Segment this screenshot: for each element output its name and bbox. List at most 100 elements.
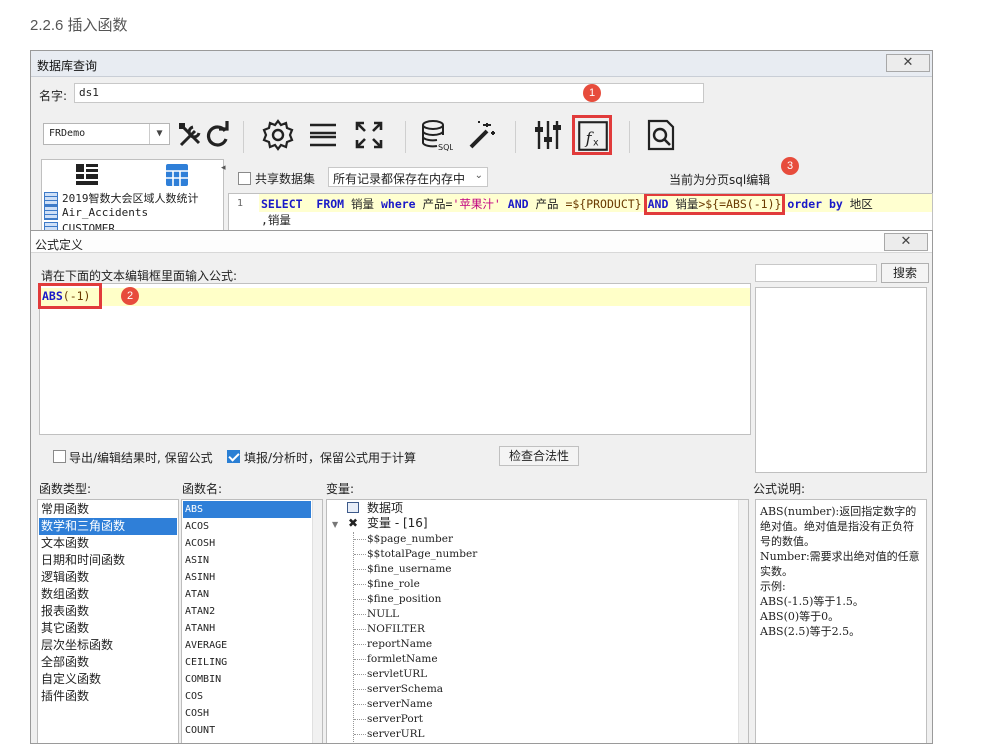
variable-item[interactable]: servletURL (367, 667, 427, 682)
tree-node-data-item[interactable]: 数据项 (367, 501, 403, 516)
list-item[interactable]: 2019智数大会区域人数统计 (42, 190, 199, 206)
variable-item[interactable]: serverPort (367, 712, 423, 727)
description-line: ABS(-1.5)等于1.5。 (760, 595, 864, 608)
table-view-icon[interactable] (166, 164, 188, 186)
database-query-window: 数据库查询 ✕ 名字: ds1 FRDemo ▼ SQL fx 1 2019智数… (30, 50, 933, 251)
preview-search-icon[interactable] (643, 117, 679, 153)
function-header: 函数名: (182, 482, 223, 496)
db-close-button[interactable]: ✕ (886, 54, 930, 72)
function-item[interactable]: ATAN2 (183, 603, 311, 620)
formula-window-title: 公式定义 (35, 238, 84, 252)
function-item[interactable]: ABS (183, 501, 311, 518)
tree-node-variable-group[interactable]: 变量 - [16] (367, 516, 428, 531)
search-button[interactable]: 搜索 (881, 263, 929, 283)
category-item[interactable]: 插件函数 (39, 688, 177, 705)
category-item[interactable]: 层次坐标函数 (39, 637, 177, 654)
insert-function-button[interactable]: fx (572, 115, 612, 155)
tree-guide-line (353, 532, 354, 743)
share-dataset-checkbox[interactable] (238, 172, 251, 185)
tree-guide-line (354, 569, 366, 570)
variable-tree-scrollbar[interactable] (738, 500, 748, 743)
function-item[interactable]: COUNT (183, 722, 311, 739)
collapse-arrow-icon[interactable]: ◂ (221, 163, 226, 173)
function-list-scrollbar[interactable] (312, 500, 322, 743)
search-results-box[interactable] (755, 287, 927, 473)
magic-wand-icon[interactable] (463, 117, 499, 153)
tree-guide-line (354, 539, 366, 540)
function-item[interactable]: ATAN (183, 586, 311, 603)
function-item[interactable]: ASIN (183, 552, 311, 569)
function-item[interactable]: ACOSH (183, 535, 311, 552)
function-item[interactable]: ATANH (183, 620, 311, 637)
data-item-icon (347, 502, 359, 513)
list-view-icon[interactable] (76, 164, 98, 186)
paging-status: 当前为分页sql编辑 (669, 173, 771, 187)
check-validity-button[interactable]: 检查合法性 (499, 446, 579, 466)
function-item[interactable]: COSH (183, 705, 311, 722)
row-height-icon[interactable] (305, 117, 341, 153)
variable-item[interactable]: reportName (367, 637, 432, 652)
function-item[interactable]: ASINH (183, 569, 311, 586)
table-icon (44, 206, 58, 220)
category-header: 函数类型: (39, 482, 92, 496)
category-item[interactable]: 常用函数 (39, 501, 177, 518)
chevron-down-icon: ▼ (149, 124, 169, 144)
category-item[interactable]: 数组函数 (39, 586, 177, 603)
variable-tree: 数据项 ▼ ✖ 变量 - [16] $$page_number $$totalPa… (326, 499, 749, 743)
memory-mode-select[interactable]: 所有记录都保存在内存中 ⌄ (328, 167, 488, 187)
connection-select[interactable]: FRDemo ▼ (43, 123, 170, 145)
variable-item[interactable]: $fine_role (367, 577, 420, 592)
expand-toggle-icon[interactable]: ▼ (332, 520, 338, 529)
function-item[interactable]: COS (183, 688, 311, 705)
expand-icon[interactable] (351, 117, 387, 153)
parameters-sliders-icon[interactable] (530, 117, 566, 153)
category-item[interactable]: 自定义函数 (39, 671, 177, 688)
list-item[interactable]: Air_Accidents (42, 206, 148, 222)
variable-item[interactable]: NOFILTER (367, 622, 425, 637)
function-search-input[interactable] (755, 264, 877, 282)
formula-close-button[interactable]: ✕ (884, 233, 928, 251)
formula-editor[interactable]: ABS(-1) (38, 283, 751, 435)
db-window-title: 数据库查询 (37, 59, 98, 73)
name-input[interactable]: ds1 (74, 83, 704, 103)
export-keep-formula-checkbox[interactable] (53, 450, 66, 463)
category-item[interactable]: 逻辑函数 (39, 569, 177, 586)
tree-guide-line (354, 614, 366, 615)
gear-icon[interactable] (260, 117, 296, 153)
variable-item[interactable]: $$totalPage_number (367, 547, 477, 562)
function-item[interactable]: ACOS (183, 518, 311, 535)
variable-item[interactable]: serverName (367, 697, 432, 712)
formula-highlight-box: AND 销量>${=ABS(-1)} (643, 194, 786, 215)
sql-formula-parameter: >${=ABS(-1)} (698, 197, 782, 211)
formula-prompt: 请在下面的文本编辑框里面输入公式: (41, 269, 238, 283)
category-item[interactable]: 报表函数 (39, 603, 177, 620)
category-item[interactable]: 数学和三角函数 (39, 518, 177, 535)
step-badge-2: 2 (121, 287, 139, 305)
variable-item[interactable]: $fine_position (367, 592, 441, 607)
category-item[interactable]: 文本函数 (39, 535, 177, 552)
category-item[interactable]: 日期和时间函数 (39, 552, 177, 569)
svg-text:x: x (593, 138, 599, 149)
variable-item[interactable]: formletName (367, 652, 438, 667)
variable-item[interactable]: $$page_number (367, 532, 453, 547)
function-item[interactable]: DECIMAL (183, 739, 311, 743)
variable-item[interactable]: $fine_username (367, 562, 452, 577)
toolbar-divider (515, 121, 516, 153)
refresh-icon[interactable] (199, 117, 235, 153)
category-item[interactable]: 其它函数 (39, 620, 177, 637)
sql-column: 产品= (422, 197, 453, 211)
variable-item[interactable]: NULL (367, 607, 399, 622)
sql-database-icon[interactable]: SQL (417, 117, 454, 153)
function-item[interactable]: AVERAGE (183, 637, 311, 654)
formula-definition-window: 公式定义 ✕ 请在下面的文本编辑框里面输入公式: 搜索 ABS(-1) 2 导出… (30, 230, 933, 744)
variable-item[interactable]: serverSchema (367, 682, 443, 697)
table-name: 2019智数大会区域人数统计 (62, 192, 199, 205)
tree-guide-line (354, 734, 366, 735)
function-item[interactable]: COMBIN (183, 671, 311, 688)
function-item[interactable]: CEILING (183, 654, 311, 671)
sql-column: 产品 (535, 197, 559, 211)
variable-item[interactable]: serverURL (367, 727, 425, 742)
category-item[interactable]: 全部函数 (39, 654, 177, 671)
table-name: Air_Accidents (62, 206, 149, 219)
fill-keep-formula-checkbox[interactable] (227, 450, 240, 463)
